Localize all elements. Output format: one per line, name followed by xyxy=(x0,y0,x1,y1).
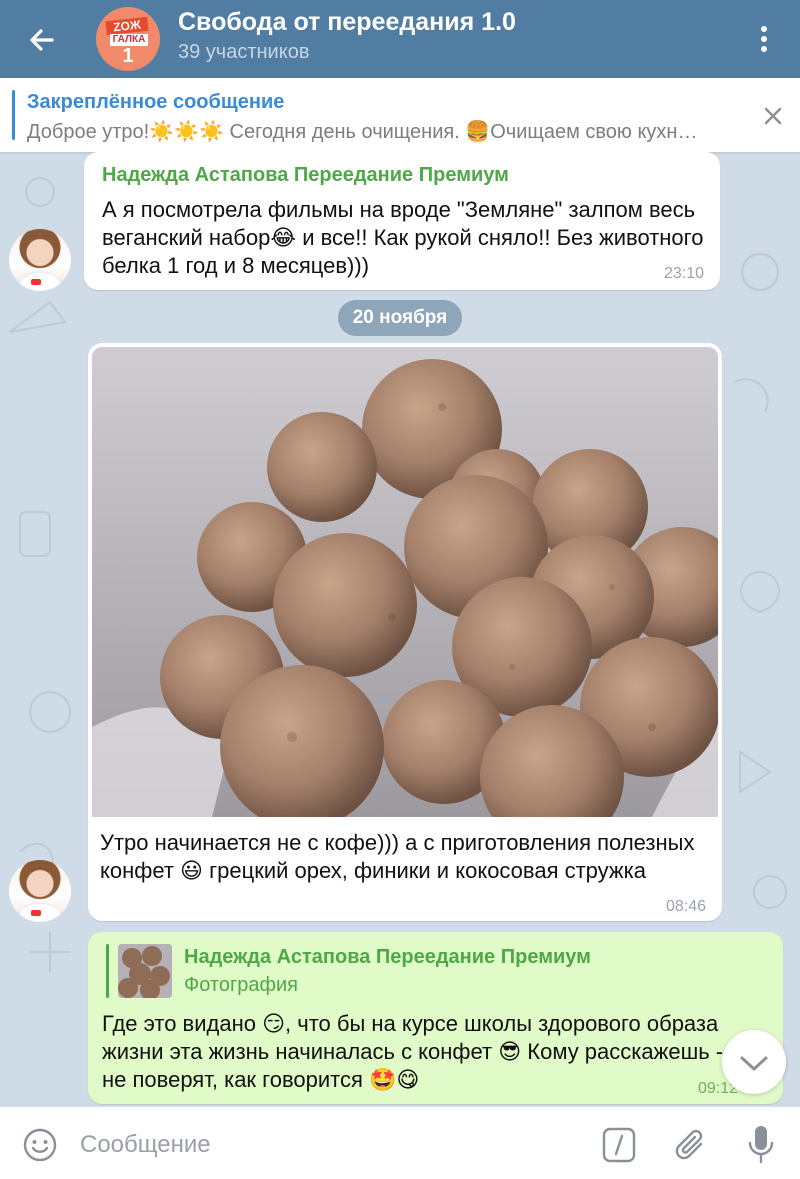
reply-media-type: Фотография xyxy=(184,974,298,996)
chat-avatar[interactable]: ZOЖ ГАЛКА 1 xyxy=(96,7,160,71)
pinned-message-bar[interactable]: Закреплённое сообщение Доброе утро!☀️☀️☀… xyxy=(0,78,800,152)
photo-caption: Утро начинается не с кофе))) а с пригото… xyxy=(100,830,695,883)
emoji-icon[interactable] xyxy=(22,1127,58,1163)
message-text: А я посмотрела фильмы на вроде "Земляне"… xyxy=(102,197,704,278)
photo-candies-image[interactable] xyxy=(92,347,718,817)
message-time: 23:10 xyxy=(664,265,705,282)
message-input[interactable] xyxy=(78,1125,562,1165)
more-vert-icon[interactable] xyxy=(752,22,776,56)
pinned-title: Закреплённое сообщение xyxy=(27,91,285,113)
avatar-text-line3: 1 xyxy=(122,45,134,67)
chat-header: ZOЖ ГАЛКА 1 Свобода от переедания 1.0 39… xyxy=(0,0,800,78)
reply-photo-thumbnail[interactable] xyxy=(118,944,172,998)
paperclip-icon[interactable] xyxy=(674,1125,710,1165)
date-separator: 20 ноября xyxy=(338,300,462,336)
member-count: 39 участников xyxy=(178,41,310,63)
mic-icon[interactable] xyxy=(746,1123,776,1167)
sender-name[interactable]: Надежда Астапова Переедание Премиум xyxy=(102,164,509,187)
back-arrow-icon[interactable] xyxy=(22,20,62,60)
bot-command-icon[interactable] xyxy=(602,1127,636,1163)
chat-title[interactable]: Свобода от переедания 1.0 xyxy=(178,8,516,37)
message-bubble[interactable]: Надежда Астапова Переедание Премиум А я … xyxy=(84,152,720,290)
message-text: Где это видано 😏, что бы на курсе школы … xyxy=(102,1011,724,1092)
reply-sender-name[interactable]: Надежда Астапова Переедание Премиум xyxy=(184,946,591,969)
sender-avatar[interactable] xyxy=(9,229,71,291)
avatar-text-line1: ZOЖ xyxy=(105,16,149,36)
message-composer xyxy=(0,1106,800,1179)
scroll-down-button[interactable] xyxy=(722,1030,786,1094)
pinned-indicator xyxy=(12,90,15,140)
message-time: 08:46 xyxy=(666,898,707,915)
reply-indicator xyxy=(106,944,109,998)
pinned-text: Доброе утро!☀️☀️☀️ Сегодня день очищения… xyxy=(27,121,698,143)
close-icon[interactable] xyxy=(760,103,786,129)
chevron-down-icon xyxy=(740,1056,768,1071)
sender-avatar[interactable] xyxy=(9,860,71,922)
